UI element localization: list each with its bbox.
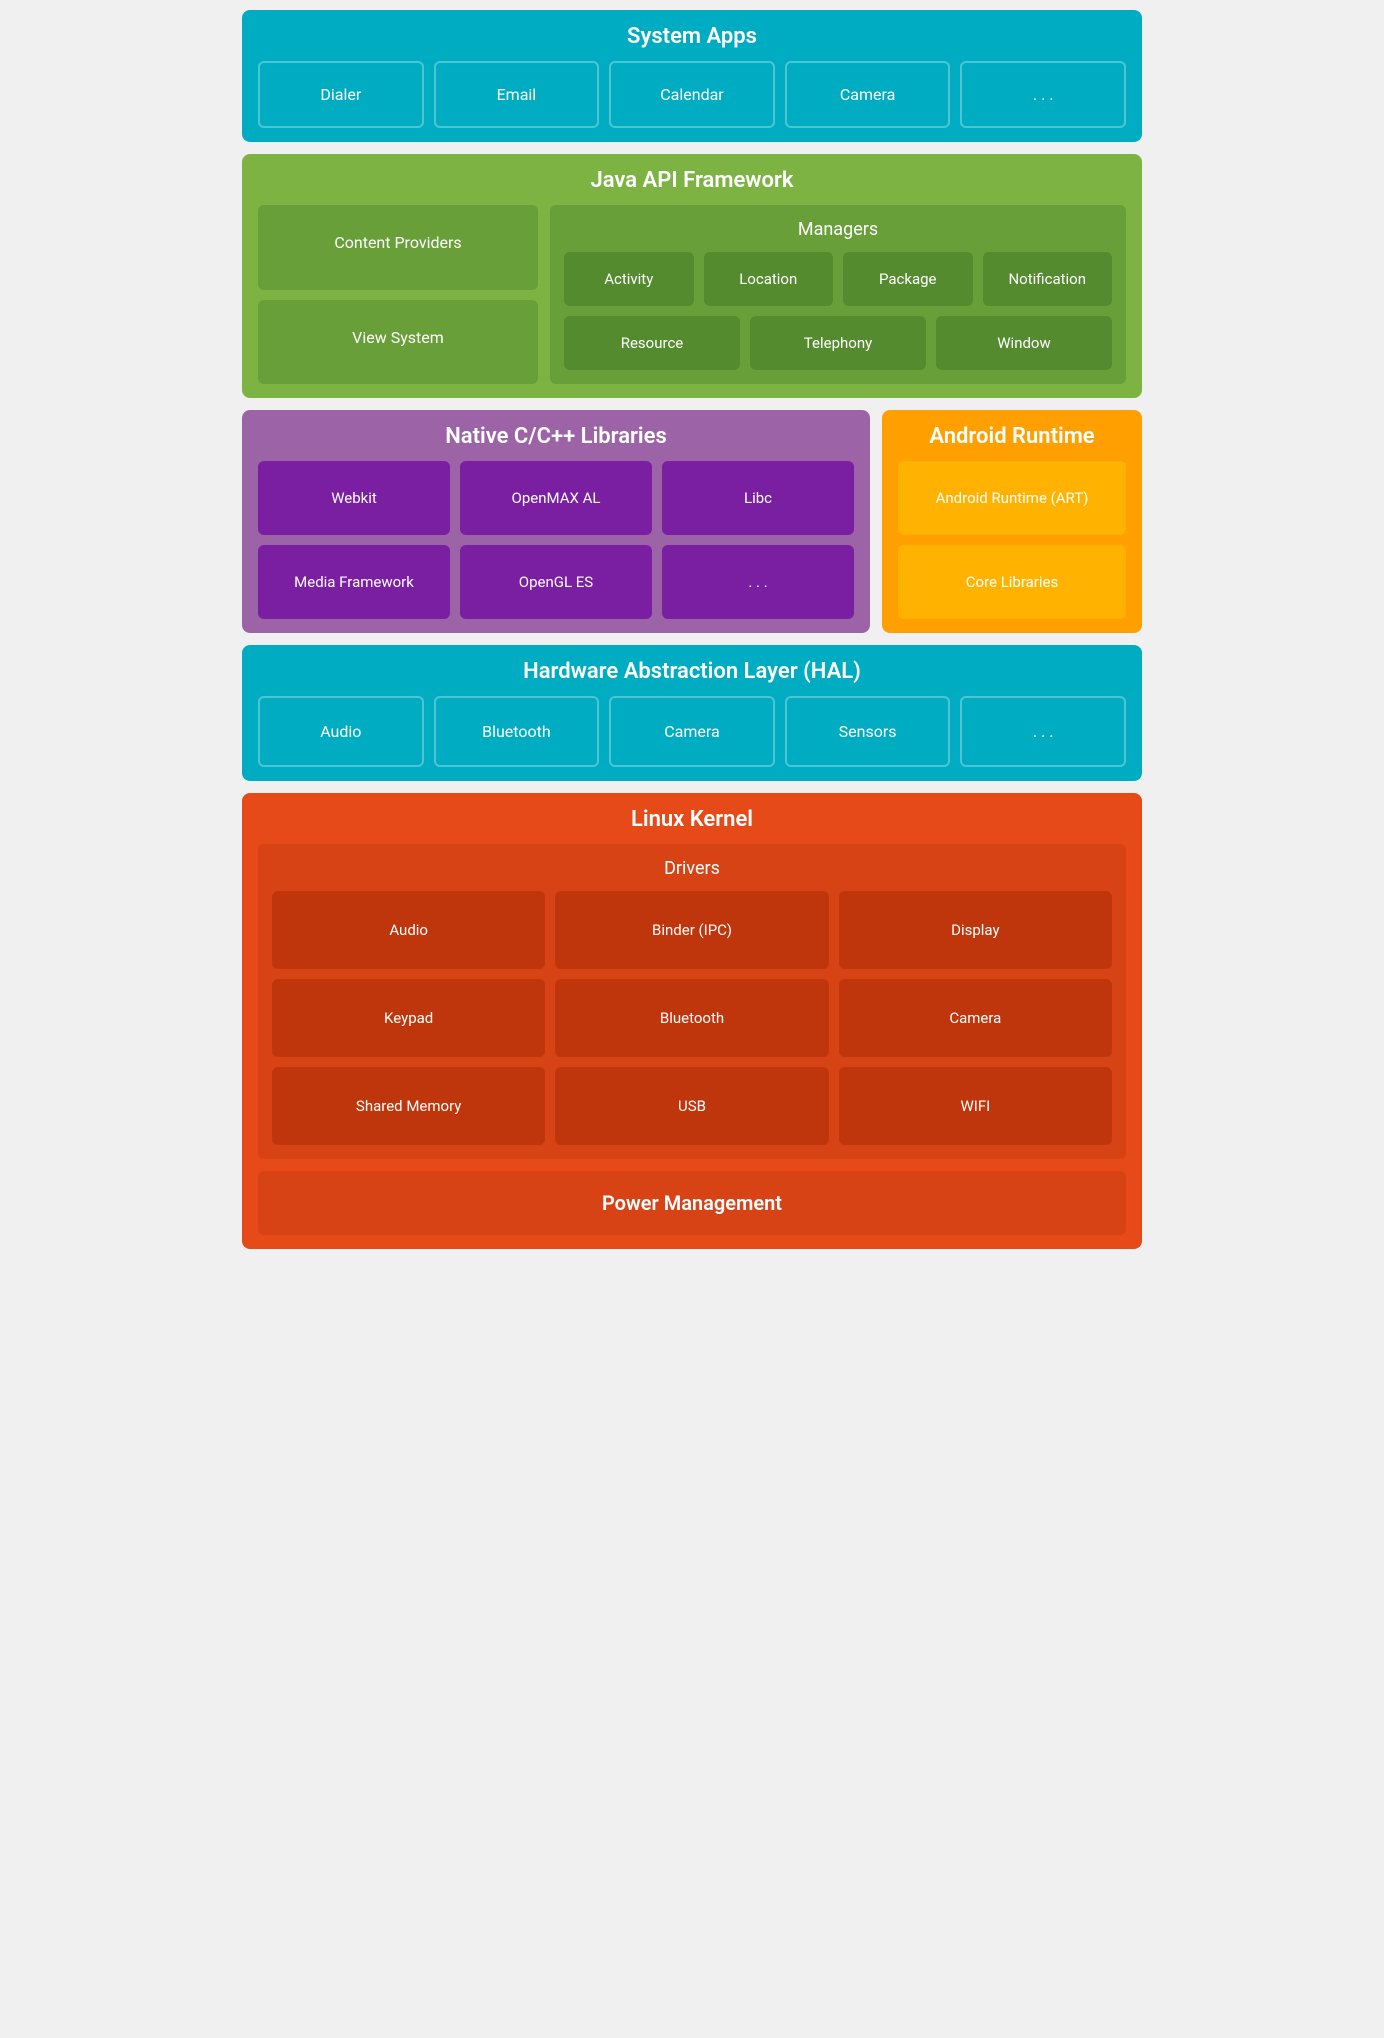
hal-title: Hardware Abstraction Layer (HAL)	[258, 659, 1126, 684]
native-runtime-row: Native C/C++ Libraries WebkitOpenMAX ALL…	[242, 410, 1142, 633]
drivers-container: Drivers AudioBinder (IPC)Display KeypadBl…	[258, 844, 1126, 1159]
native-item: Libc	[662, 461, 854, 535]
system-app-item: Email	[434, 61, 600, 128]
system-apps-layer: System Apps DialerEmailCalendarCamera. .…	[242, 10, 1142, 142]
android-architecture-diagram: System Apps DialerEmailCalendarCamera. .…	[242, 10, 1142, 1249]
manager-item: Resource	[564, 316, 740, 370]
system-app-item: Dialer	[258, 61, 424, 128]
java-left-panel: Content Providers View System	[258, 205, 538, 384]
runtime-item: Core Libraries	[898, 545, 1126, 619]
java-api-layer: Java API Framework Content Providers Vie…	[242, 154, 1142, 398]
android-runtime-title: Android Runtime	[898, 424, 1126, 449]
drivers-title: Drivers	[272, 858, 1112, 879]
manager-item: Location	[704, 252, 834, 306]
native-item: Media Framework	[258, 545, 450, 619]
native-libs-title: Native C/C++ Libraries	[258, 424, 854, 449]
runtime-grid: Android Runtime (ART) Core Libraries	[898, 461, 1126, 619]
power-management: Power Management	[258, 1171, 1126, 1235]
java-api-title: Java API Framework	[258, 168, 1126, 193]
managers-row-1: ActivityLocationPackageNotification	[564, 252, 1112, 306]
managers-panel: Managers ActivityLocationPackageNotifica…	[550, 205, 1126, 384]
manager-item: Window	[936, 316, 1112, 370]
driver-item: Shared Memory	[272, 1067, 545, 1145]
driver-item: Binder (IPC)	[555, 891, 828, 969]
managers-title: Managers	[564, 219, 1112, 240]
view-system: View System	[258, 300, 538, 385]
hal-item: Sensors	[785, 696, 951, 767]
driver-item: USB	[555, 1067, 828, 1145]
native-libs-grid: WebkitOpenMAX ALLibc Media FrameworkOpenG…	[258, 461, 854, 619]
linux-kernel-layer: Linux Kernel Drivers AudioBinder (IPC)Di…	[242, 793, 1142, 1249]
managers-grid: ActivityLocationPackageNotification Reso…	[564, 252, 1112, 370]
driver-item: Camera	[839, 979, 1112, 1057]
hal-item: . . .	[960, 696, 1126, 767]
linux-kernel-title: Linux Kernel	[258, 807, 1126, 832]
java-api-content: Content Providers View System Managers A…	[258, 205, 1126, 384]
content-providers: Content Providers	[258, 205, 538, 290]
native-item: Webkit	[258, 461, 450, 535]
system-app-item: Camera	[785, 61, 951, 128]
drivers-grid: AudioBinder (IPC)Display KeypadBluetoothC…	[272, 891, 1112, 1145]
driver-item: Display	[839, 891, 1112, 969]
manager-item: Package	[843, 252, 973, 306]
driver-item: Audio	[272, 891, 545, 969]
hal-item: Audio	[258, 696, 424, 767]
system-app-item: . . .	[960, 61, 1126, 128]
manager-item: Notification	[983, 252, 1113, 306]
managers-row-2: ResourceTelephonyWindow	[564, 316, 1112, 370]
runtime-item: Android Runtime (ART)	[898, 461, 1126, 535]
manager-item: Telephony	[750, 316, 926, 370]
system-apps-title: System Apps	[258, 24, 1126, 49]
hal-layer: Hardware Abstraction Layer (HAL) AudioBl…	[242, 645, 1142, 781]
driver-item: Keypad	[272, 979, 545, 1057]
system-app-item: Calendar	[609, 61, 775, 128]
native-libs-layer: Native C/C++ Libraries WebkitOpenMAX ALL…	[242, 410, 870, 633]
manager-item: Activity	[564, 252, 694, 306]
hal-grid: AudioBluetoothCameraSensors. . .	[258, 696, 1126, 767]
driver-item: WIFI	[839, 1067, 1112, 1145]
hal-item: Camera	[609, 696, 775, 767]
native-item: . . .	[662, 545, 854, 619]
hal-item: Bluetooth	[434, 696, 600, 767]
driver-item: Bluetooth	[555, 979, 828, 1057]
native-item: OpenGL ES	[460, 545, 652, 619]
system-apps-grid: DialerEmailCalendarCamera. . .	[258, 61, 1126, 128]
android-runtime-layer: Android Runtime Android Runtime (ART) Cor…	[882, 410, 1142, 633]
native-item: OpenMAX AL	[460, 461, 652, 535]
